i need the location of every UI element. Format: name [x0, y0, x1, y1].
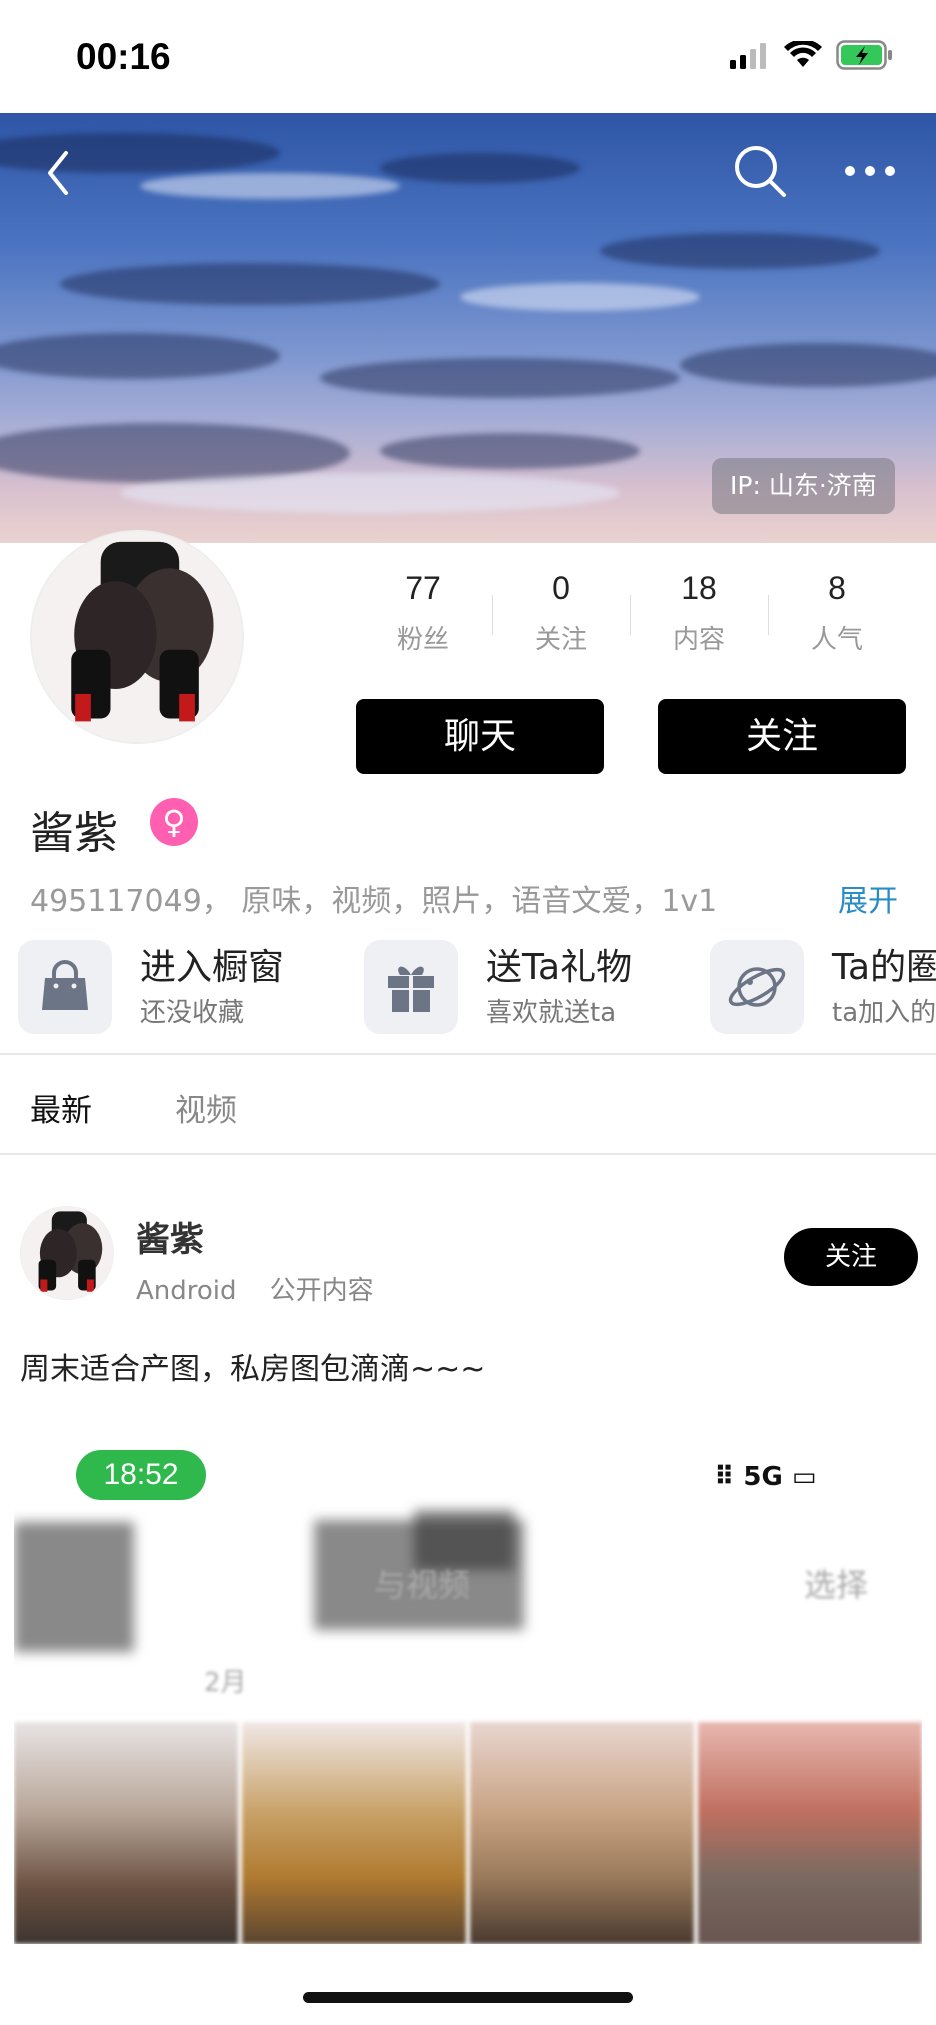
stat-value: 8 — [828, 570, 846, 606]
stat-content[interactable]: 18 内容 — [630, 565, 768, 675]
embedded-header-label: 与视频 — [374, 1566, 471, 1604]
planet-icon — [710, 940, 804, 1034]
profile-name: 酱紫 — [30, 808, 118, 859]
post-author-avatar[interactable] — [20, 1206, 114, 1300]
stat-label: 人气 — [810, 625, 863, 655]
cellular-signal-icon — [730, 43, 766, 69]
cover-image: IP: 山东·济南 — [0, 113, 936, 543]
expand-bio-link[interactable]: 展开 — [838, 876, 898, 920]
follow-button[interactable]: 关注 — [658, 699, 906, 774]
tab-video[interactable]: 视频 — [175, 1085, 237, 1130]
tab-latest[interactable]: 最新 — [30, 1085, 92, 1130]
back-icon[interactable] — [36, 143, 80, 203]
thumbnail — [698, 1722, 922, 1944]
thumbnail — [242, 1722, 466, 1944]
gift-icon — [364, 940, 458, 1034]
shortcut-subtitle: ta加入的 — [832, 998, 936, 1028]
status-icons — [730, 40, 894, 70]
more-icon[interactable] — [840, 151, 900, 191]
thumbnail — [470, 1722, 694, 1944]
shortcut-title: 进入橱窗 — [140, 947, 285, 988]
wifi-icon — [784, 41, 822, 67]
post-follow-button[interactable]: 关注 — [784, 1228, 918, 1286]
shortcut-subtitle: 喜欢就送ta — [486, 998, 617, 1028]
battery-icon: ▭ — [791, 1462, 817, 1492]
embedded-date-label: 2月 — [204, 1668, 247, 1698]
embedded-time: 18:52 — [76, 1450, 206, 1500]
shopping-bag-icon — [18, 940, 112, 1034]
ip-location-badge: IP: 山东·济南 — [712, 458, 895, 514]
status-time: 00:16 — [76, 36, 171, 77]
shortcut-title: 送Ta礼物 — [486, 947, 633, 988]
avatar[interactable] — [30, 530, 244, 744]
profile-stats: 77 粉丝 0 关注 18 内容 8 人气 — [354, 565, 914, 675]
stat-label: 内容 — [672, 625, 725, 655]
embedded-select-label: 选择 — [804, 1566, 869, 1604]
stat-value: 0 — [552, 570, 570, 606]
stat-following[interactable]: 0 关注 — [492, 565, 630, 675]
post-visibility: 公开内容 — [269, 1276, 374, 1306]
embedded-status: ⠿ 5G ▭ — [714, 1462, 816, 1492]
stat-fans[interactable]: 77 粉丝 — [354, 565, 492, 675]
shortcut-row: 进入橱窗 还没收藏 送Ta礼物 喜欢就送ta Ta的圈 ta加入的 — [0, 938, 936, 1038]
post-device: Android — [136, 1276, 237, 1306]
stat-value: 18 — [681, 570, 717, 606]
shortcut-subtitle: 还没收藏 — [140, 998, 245, 1028]
post-author-name[interactable]: 酱紫 — [136, 1212, 204, 1261]
avatar-photo — [21, 1207, 113, 1299]
chat-button[interactable]: 聊天 — [356, 699, 604, 774]
stat-popularity[interactable]: 8 人气 — [768, 565, 906, 675]
profile-bio: 495117049， 原味，视频，照片，语音文爱，1v1 — [30, 884, 718, 919]
post-meta: Android 公开内容 — [136, 1270, 374, 1307]
search-icon[interactable] — [730, 141, 790, 201]
status-bar: 00:16 — [0, 0, 936, 113]
divider — [0, 1153, 936, 1155]
stat-label: 粉丝 — [396, 625, 449, 655]
female-gender-icon: ♀ — [150, 798, 198, 846]
shortcut-title: Ta的圈 — [832, 947, 936, 988]
signal-dots-icon: ⠿ — [714, 1462, 735, 1492]
post-image[interactable]: 18:52 ⠿ 5G ▭ 与视频 选择 2月 — [14, 1420, 922, 1944]
embedded-network: 5G — [743, 1462, 783, 1492]
stat-value: 77 — [405, 570, 441, 606]
avatar-photo — [32, 532, 242, 742]
stat-label: 关注 — [534, 625, 587, 655]
thumbnail — [14, 1722, 238, 1944]
home-indicator[interactable] — [303, 1992, 633, 2003]
battery-charging-icon — [836, 40, 892, 70]
post-text: 周末适合产图，私房图包滴滴~~~ — [20, 1352, 486, 1387]
content-tabs: 最新 视频 — [0, 1055, 936, 1155]
